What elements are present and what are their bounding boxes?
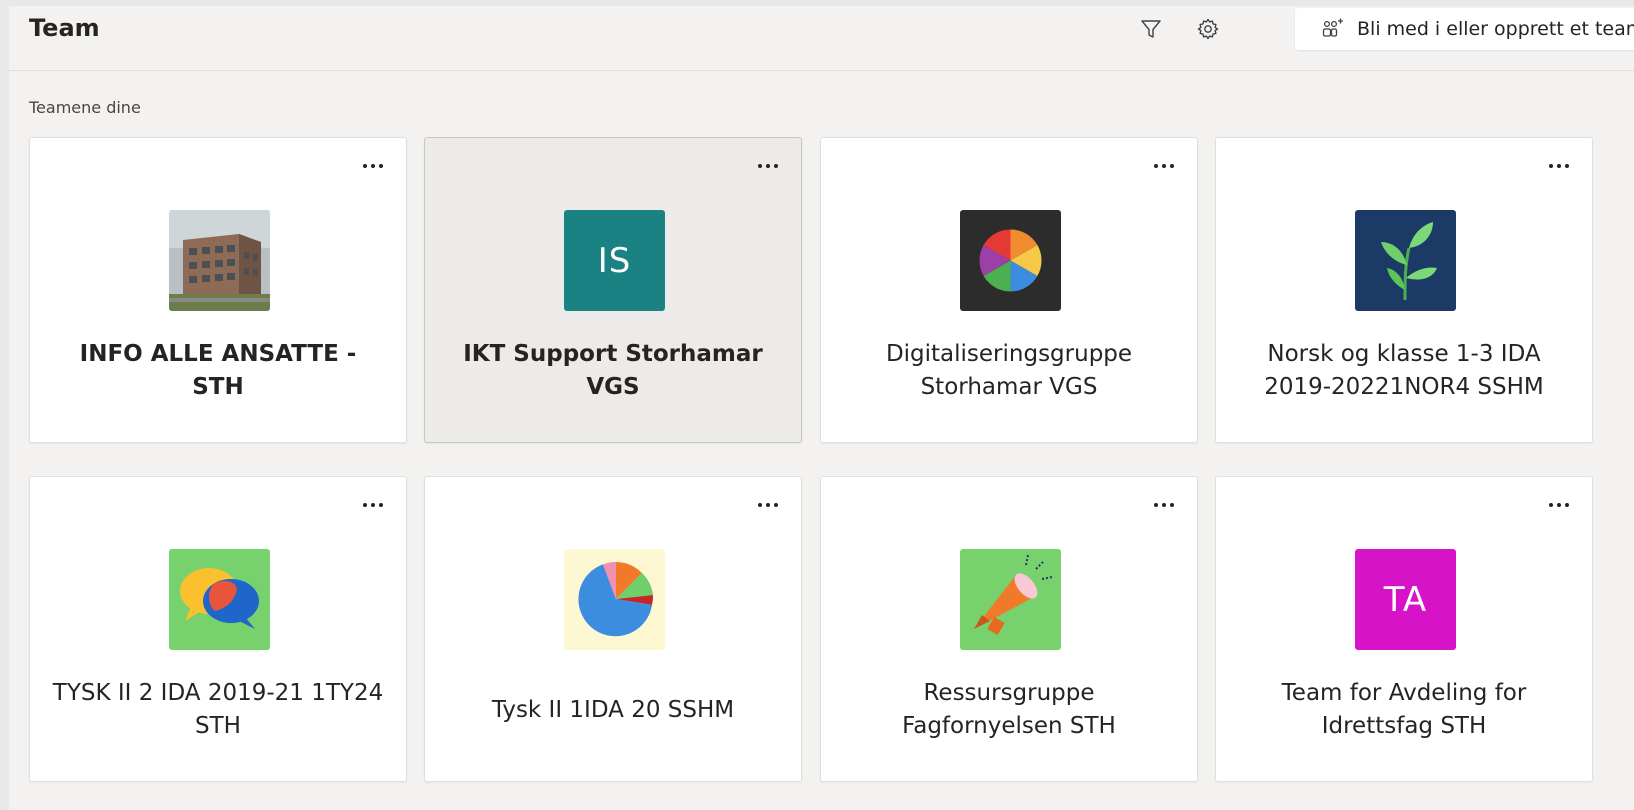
color-wheel-icon <box>960 210 1061 311</box>
people-add-icon <box>1321 17 1345 41</box>
team-name: INFO ALLE ANSATTE - STH <box>79 341 357 400</box>
more-options-icon[interactable] <box>1544 156 1574 176</box>
pie-chart-icon <box>564 549 665 650</box>
section-label-your-teams: Teamene dine <box>29 98 141 117</box>
teams-app: Team Bli med i eller opprett et team Tea… <box>9 6 1634 810</box>
megaphone-icon <box>960 549 1061 650</box>
team-initials: IS <box>597 240 632 281</box>
team-card[interactable]: IS IKT Support Storhamar VGS <box>424 137 802 443</box>
team-card[interactable]: Norsk og klasse 1-3 IDA 2019-20221NOR4 S… <box>1215 137 1593 443</box>
team-avatar-initials: IS <box>564 210 665 311</box>
leaf-icon <box>1355 210 1456 311</box>
team-avatar-building-photo <box>169 210 270 311</box>
join-or-create-team-button[interactable]: Bli med i eller opprett et team <box>1295 8 1634 50</box>
filter-icon[interactable] <box>1136 14 1166 44</box>
team-name: Digitaliseringsgruppe Storhamar VGS <box>885 341 1133 400</box>
team-initials: TA <box>1383 579 1428 620</box>
team-card[interactable]: TA Team for Avdeling for Idrettsfag STH <box>1215 476 1593 782</box>
page-title: Team <box>29 14 100 42</box>
join-or-create-team-label: Bli med i eller opprett et team <box>1357 18 1634 40</box>
team-card[interactable]: INFO ALLE ANSATTE - STH <box>29 137 407 443</box>
team-name: TYSK II 2 IDA 2019-21 1TY24 STH <box>52 680 384 739</box>
team-name: Team for Avdeling for Idrettsfag STH <box>1281 680 1527 739</box>
more-options-icon[interactable] <box>358 495 388 515</box>
team-name: Norsk og klasse 1-3 IDA 2019-20221NOR4 S… <box>1264 341 1544 400</box>
more-options-icon[interactable] <box>358 156 388 176</box>
team-name: Ressursgruppe Fagfornyelsen STH <box>902 680 1116 739</box>
more-options-icon[interactable] <box>753 156 783 176</box>
more-options-icon[interactable] <box>753 495 783 515</box>
more-options-icon[interactable] <box>1149 156 1179 176</box>
team-card[interactable]: Digitaliseringsgruppe Storhamar VGS <box>820 137 1198 443</box>
header-bar: Team Bli med i eller opprett et team <box>9 6 1634 71</box>
team-name: IKT Support Storhamar VGS <box>463 341 763 400</box>
team-avatar-initials: TA <box>1355 549 1456 650</box>
more-options-icon[interactable] <box>1149 495 1179 515</box>
more-options-icon[interactable] <box>1544 495 1574 515</box>
team-card[interactable]: Ressursgruppe Fagfornyelsen STH <box>820 476 1198 782</box>
team-card[interactable]: Tysk II 1IDA 20 SSHM <box>424 476 802 782</box>
settings-gear-icon[interactable] <box>1193 14 1223 44</box>
team-card[interactable]: TYSK II 2 IDA 2019-21 1TY24 STH <box>29 476 407 782</box>
team-name: Tysk II 1IDA 20 SSHM <box>491 696 735 723</box>
speech-bubbles-icon <box>169 549 270 650</box>
